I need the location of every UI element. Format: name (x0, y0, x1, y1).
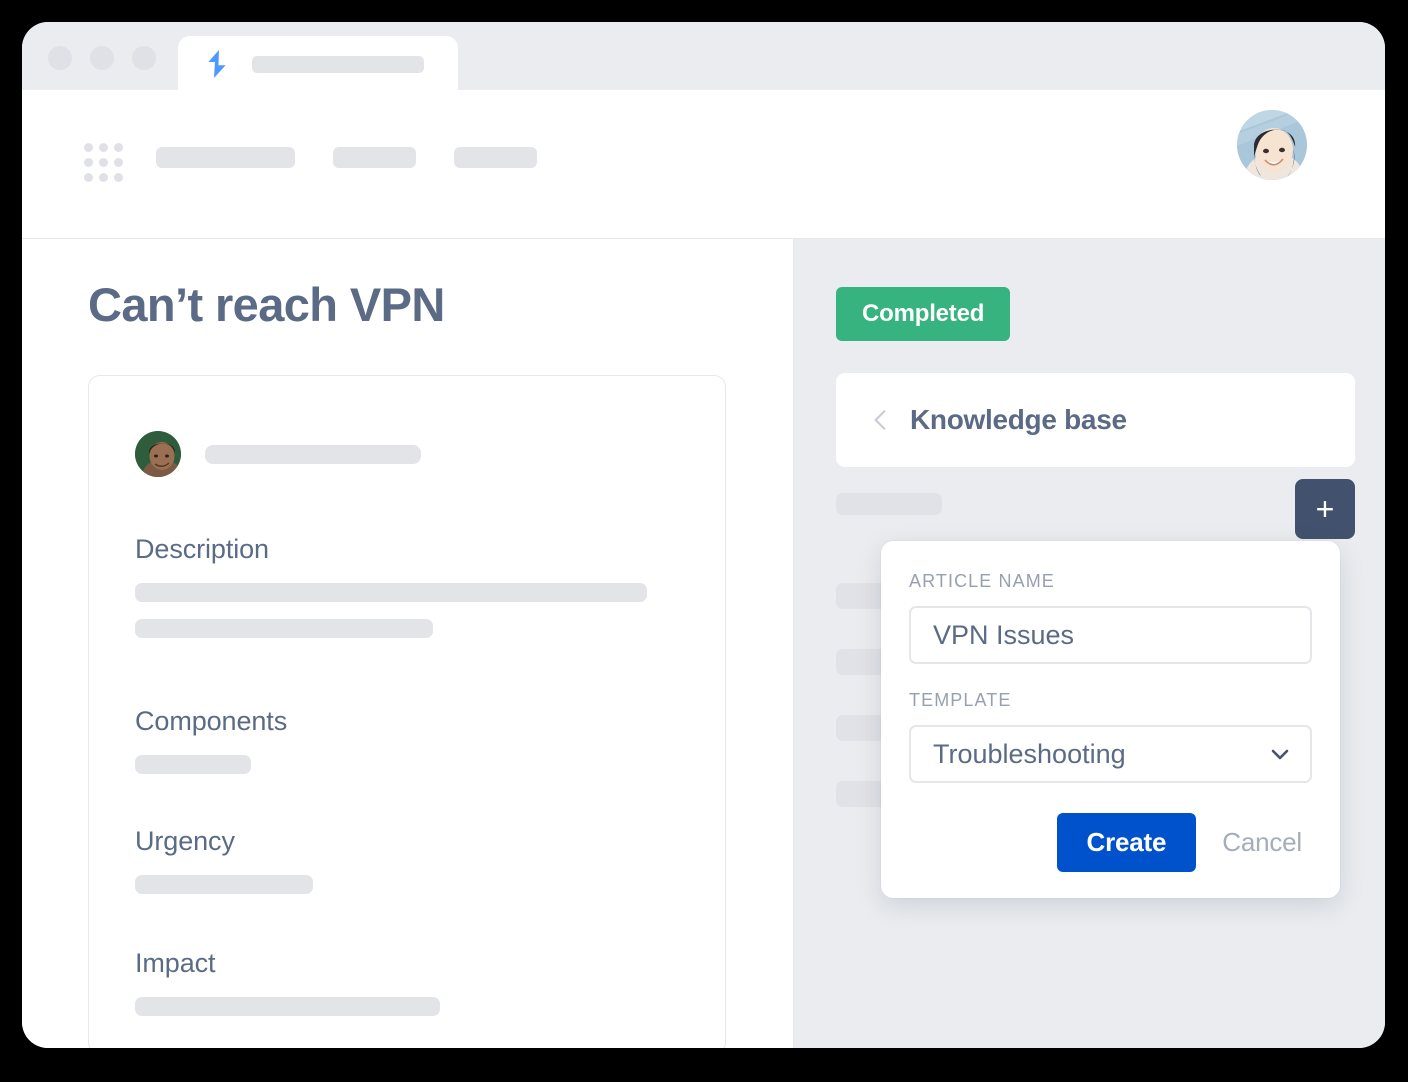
reporter-avatar[interactable] (135, 431, 181, 477)
page-content: Can’t reach VPN Description Components U… (22, 239, 1385, 1048)
nav-item-3[interactable] (454, 147, 537, 168)
field-value (135, 755, 251, 774)
field-value (135, 619, 433, 638)
status-badge: Completed (836, 287, 1011, 341)
field-description: Description (135, 534, 647, 655)
page-title: Can’t reach VPN (88, 278, 445, 331)
field-impact: Impact (135, 948, 440, 1033)
dialog-actions: Create Cancel (909, 813, 1312, 872)
issue-detail-panel: Can’t reach VPN Description Components U… (22, 239, 793, 1048)
knowledge-base-header[interactable]: Knowledge base (836, 373, 1355, 467)
close-window-button[interactable] (48, 46, 72, 70)
field-value (135, 583, 647, 602)
field-value (135, 875, 313, 894)
field-label: Urgency (135, 826, 235, 856)
chevron-left-icon[interactable] (868, 407, 894, 433)
lightning-bolt-icon (204, 50, 230, 78)
app-header (22, 90, 1385, 239)
minimize-window-button[interactable] (90, 46, 114, 70)
browser-window: Can’t reach VPN Description Components U… (22, 22, 1385, 1048)
knowledge-base-panel: Completed Knowledge base + ARTICLE NAME … (793, 239, 1385, 1048)
traffic-lights (48, 46, 156, 70)
field-label: Description (135, 534, 269, 564)
issue-card: Description Components Urgency Impact (88, 375, 726, 1048)
field-components: Components (135, 706, 287, 791)
cancel-button[interactable]: Cancel (1212, 813, 1312, 872)
maximize-window-button[interactable] (132, 46, 156, 70)
template-select[interactable] (909, 725, 1312, 783)
tab-title (252, 56, 424, 73)
field-value (135, 997, 440, 1016)
kb-toolbar-label (836, 493, 942, 515)
primary-navigation (156, 147, 537, 168)
grid-dots-icon[interactable] (84, 143, 123, 182)
field-label: Impact (135, 948, 216, 978)
nav-item-2[interactable] (333, 147, 416, 168)
article-name-label: ARTICLE NAME (909, 571, 1055, 591)
add-article-button[interactable]: + (1295, 479, 1355, 539)
field-urgency: Urgency (135, 826, 313, 911)
browser-tab-strip (22, 22, 1385, 90)
template-select-wrapper (909, 725, 1312, 783)
plus-icon: + (1315, 491, 1335, 527)
panel-title: Knowledge base (910, 404, 1127, 435)
field-label: Components (135, 706, 288, 736)
reporter-row (135, 431, 421, 477)
create-button[interactable]: Create (1056, 813, 1197, 872)
browser-tab[interactable] (178, 36, 458, 90)
create-article-dialog: ARTICLE NAME TEMPLATE Create Cancel (881, 541, 1340, 898)
article-name-input[interactable] (909, 606, 1312, 664)
reporter-name (205, 444, 421, 464)
template-label: TEMPLATE (909, 690, 1012, 710)
nav-item-1[interactable] (156, 147, 295, 168)
avatar[interactable] (1237, 110, 1307, 180)
